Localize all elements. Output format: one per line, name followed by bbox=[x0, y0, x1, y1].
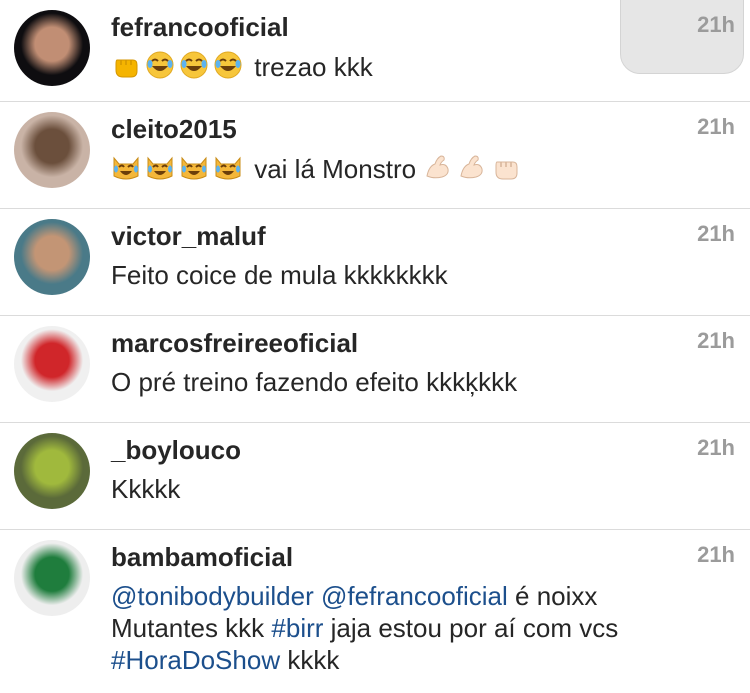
fist-emoji-icon bbox=[111, 50, 141, 87]
comment-text: O pré treino fazendo efeito kkkķkkk bbox=[111, 366, 517, 398]
comment-text: vai lá Monstro bbox=[111, 152, 525, 189]
comment-text: Feito coice de mula kkkkkkkk bbox=[111, 259, 448, 291]
timestamp: 21h bbox=[697, 221, 735, 246]
comment-line: Mutantes kkk #birr jaja estou por aí com… bbox=[111, 612, 618, 644]
username[interactable]: fefrancooficial bbox=[111, 12, 289, 43]
comment-text-segment: O pré treino fazendo efeito kkkķkkk bbox=[111, 367, 518, 397]
timestamp: 21h bbox=[697, 542, 735, 567]
avatar[interactable] bbox=[14, 540, 90, 616]
comment-row[interactable]: bambamoficial 21h @tonibodybuilder @fefran… bbox=[0, 530, 750, 693]
avatar[interactable] bbox=[14, 219, 90, 295]
joy-emoji-icon bbox=[145, 50, 175, 87]
mention-link[interactable]: @fefrancooficial bbox=[321, 581, 508, 611]
catjoy-emoji-icon bbox=[145, 152, 175, 189]
comment-text: trezao kkk bbox=[111, 50, 373, 87]
catjoy-emoji-icon bbox=[213, 152, 243, 189]
comment-line: trezao kkk bbox=[111, 50, 373, 87]
comment-text-segment bbox=[314, 581, 321, 611]
avatar[interactable] bbox=[14, 112, 90, 188]
comment-line: vai lá Monstro bbox=[111, 152, 525, 189]
avatar[interactable] bbox=[14, 326, 90, 402]
timestamp: 21h bbox=[697, 12, 735, 37]
muscle-emoji-icon bbox=[423, 152, 453, 189]
comment-text-segment: kkkk bbox=[280, 645, 340, 675]
mention-link[interactable]: @tonibodybuilder bbox=[111, 581, 314, 611]
comment-line: Feito coice de mula kkkkkkkk bbox=[111, 259, 448, 291]
joy-emoji-icon bbox=[213, 50, 243, 87]
muscle-emoji-icon bbox=[457, 152, 487, 189]
username[interactable]: victor_maluf bbox=[111, 221, 266, 252]
comment-line: Kkkkk bbox=[111, 473, 180, 505]
comment-row[interactable]: cleito2015 21h vai lá Monstro bbox=[0, 102, 750, 209]
username[interactable]: cleito2015 bbox=[111, 114, 237, 145]
username[interactable]: marcosfreireeoficial bbox=[111, 328, 358, 359]
catjoy-emoji-icon bbox=[179, 152, 209, 189]
username[interactable]: _boylouco bbox=[111, 435, 241, 466]
comment-text: @tonibodybuilder @fefrancooficial é noix… bbox=[111, 580, 618, 676]
comment-text-segment: vai lá Monstro bbox=[247, 154, 424, 184]
comment-line: @tonibodybuilder @fefrancooficial é noix… bbox=[111, 580, 618, 612]
avatar[interactable] bbox=[14, 433, 90, 509]
comment-row[interactable]: marcosfreireeoficial 21h O pré treino faze… bbox=[0, 316, 750, 423]
comment-text-segment: é noixx bbox=[507, 581, 598, 611]
comment-text-segment: Mutantes kkk bbox=[111, 613, 272, 643]
comment-row[interactable]: _boylouco 21h Kkkkk bbox=[0, 423, 750, 530]
comment-text: Kkkkk bbox=[111, 473, 180, 505]
hashtag-link[interactable]: #HoraDoShow bbox=[111, 645, 280, 675]
timestamp: 21h bbox=[697, 435, 735, 460]
comment-row[interactable]: fefrancooficial 21h trezao kkk bbox=[0, 0, 750, 102]
username[interactable]: bambamoficial bbox=[111, 542, 293, 573]
hashtag-link[interactable]: #birr bbox=[271, 613, 323, 643]
catjoy-emoji-icon bbox=[111, 152, 141, 189]
joy-emoji-icon bbox=[179, 50, 209, 87]
avatar[interactable] bbox=[14, 10, 90, 86]
comment-text-segment: Feito coice de mula kkkkkkkk bbox=[111, 260, 448, 290]
fistlight-emoji-icon bbox=[491, 152, 521, 189]
comment-text-segment: Kkkkk bbox=[111, 474, 181, 504]
comment-text-segment: trezao kkk bbox=[247, 52, 373, 82]
timestamp: 21h bbox=[697, 114, 735, 139]
comment-line: #HoraDoShow kkkk bbox=[111, 644, 618, 676]
comment-text-segment: jaja estou por aí com vcs bbox=[323, 613, 619, 643]
comment-row[interactable]: victor_maluf 21h Feito coice de mula kkkkk… bbox=[0, 209, 750, 316]
timestamp: 21h bbox=[697, 328, 735, 353]
comment-line: O pré treino fazendo efeito kkkķkkk bbox=[111, 366, 517, 398]
